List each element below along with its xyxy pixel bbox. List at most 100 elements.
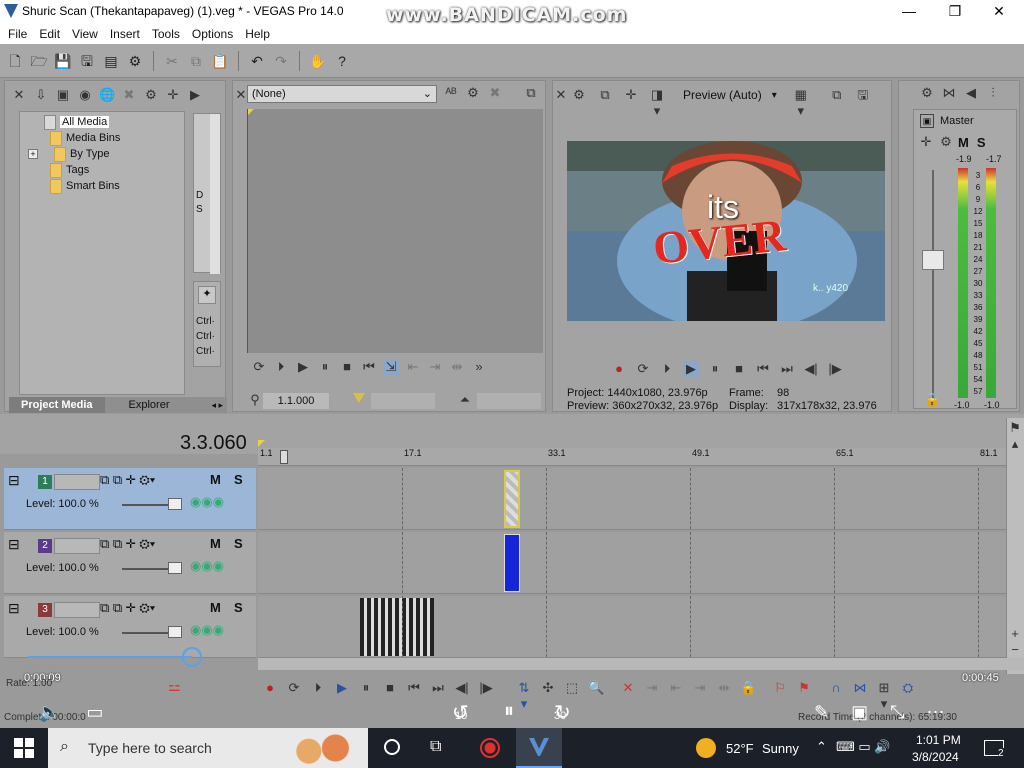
- snapping-icon[interactable]: ∩: [828, 680, 844, 696]
- timeline-ruler[interactable]: 1.1 17.1 33.1 49.1 65.1 81.1: [258, 448, 1006, 466]
- video-track-header-1[interactable]: ⊟ 1 ⧉ ⧉ ✛ ⚙▾ M S Level: 100.0 % ◉◉◉: [4, 468, 256, 530]
- whats-this-help-icon[interactable]: ?: [333, 52, 351, 70]
- tray-overflow-icon[interactable]: ⌃: [816, 739, 827, 755]
- windows-start-icon[interactable]: [14, 738, 34, 758]
- new-project-icon[interactable]: 🗋: [6, 52, 24, 70]
- trim-start-icon[interactable]: ⇤: [668, 680, 684, 696]
- track-lane-1[interactable]: [258, 468, 1006, 530]
- lock-envelopes-icon[interactable]: ⛭: [900, 680, 916, 696]
- composite-mode-icon[interactable]: ◉◉◉: [190, 494, 224, 510]
- menu-file[interactable]: File: [2, 25, 33, 43]
- ripple-edit-icon[interactable]: ⊞ ▾: [876, 680, 892, 711]
- pause-icon[interactable]: ⏸: [358, 680, 374, 696]
- minimize-button[interactable]: —: [886, 0, 932, 24]
- video-track-header-3[interactable]: ⊟ 3 ⧉ ⧉ ✛ ⚙▾ M S Level: 100.0 % ◉◉◉: [4, 596, 256, 658]
- clear-icon[interactable]: ✖: [487, 85, 503, 101]
- pause-icon[interactable]: ⏸: [707, 361, 723, 377]
- save-as-icon[interactable]: 🖫: [78, 52, 96, 70]
- track-motion-icon[interactable]: ⧉ ⧉ ✛ ⚙▾: [100, 536, 155, 552]
- rate-slider-icon[interactable]: ⚍: [168, 678, 181, 695]
- pause-icon[interactable]: ⏸: [317, 359, 333, 375]
- bandicam-icon[interactable]: [480, 738, 500, 758]
- downmix-icon[interactable]: ⋈: [941, 85, 957, 101]
- mute-button[interactable]: M: [210, 600, 221, 615]
- menu-view[interactable]: View: [66, 25, 104, 43]
- zoom-in-icon[interactable]: +: [1007, 626, 1023, 642]
- video-event-clip[interactable]: [504, 470, 520, 528]
- mute-button[interactable]: M: [210, 472, 221, 487]
- split-icon[interactable]: ⇹: [716, 680, 732, 696]
- collapse-icon[interactable]: ⊟: [8, 600, 20, 617]
- trim-icon[interactable]: ⇥: [644, 680, 660, 696]
- collapse-icon[interactable]: ⊟: [8, 472, 20, 489]
- menu-tools[interactable]: Tools: [146, 25, 186, 43]
- overlays-icon[interactable]: ▦ ▾: [793, 87, 809, 118]
- fx-settings-icon[interactable]: ⚙: [938, 134, 954, 150]
- enable-snapping-icon[interactable]: ✋: [309, 52, 327, 70]
- volume-icon[interactable]: 🔈: [38, 702, 60, 723]
- go-to-end-icon[interactable]: ⏭: [779, 361, 795, 377]
- zoom-out-icon[interactable]: −: [1007, 642, 1023, 658]
- go-to-start-icon[interactable]: ⏮: [755, 361, 771, 377]
- subtitles-icon[interactable]: ▭: [86, 702, 103, 723]
- play-icon[interactable]: ▶: [683, 361, 699, 377]
- track-motion-icon[interactable]: ⧉ ⧉ ✛ ⚙▾: [100, 600, 155, 616]
- marker-flag-icon[interactable]: ⚑: [1007, 420, 1023, 436]
- video-event-clip[interactable]: [504, 534, 520, 592]
- go-to-end-icon[interactable]: ⏭: [430, 680, 446, 696]
- track-level-knob[interactable]: [168, 562, 182, 574]
- menu-edit[interactable]: Edit: [33, 25, 66, 43]
- zoom-tool-icon[interactable]: 🔍: [588, 680, 604, 696]
- track-level-knob[interactable]: [168, 498, 182, 510]
- trimmer-in-field[interactable]: [371, 393, 435, 409]
- remove-media-icon[interactable]: ✖: [121, 87, 137, 103]
- vertical-scrollbar[interactable]: ⚑ ▴ + −: [1006, 418, 1024, 674]
- collapse-icon[interactable]: ⊟: [8, 536, 20, 553]
- region-icon[interactable]: ⚑: [796, 680, 812, 696]
- tree-item-by-type[interactable]: + By Type: [28, 146, 184, 162]
- trimmer-display[interactable]: [247, 109, 543, 353]
- go-to-start-icon[interactable]: ⏮: [406, 680, 422, 696]
- copy-snapshot-icon[interactable]: ⧉: [829, 87, 845, 103]
- edit-pencil-icon[interactable]: ✎: [814, 702, 829, 723]
- miniview-icon[interactable]: ▣: [851, 702, 868, 723]
- play-from-start-icon[interactable]: ⏵: [273, 359, 289, 375]
- loop-icon[interactable]: ⟳: [251, 359, 267, 375]
- add-to-timeline-icon[interactable]: ⇲: [383, 359, 399, 375]
- task-switcher-icon[interactable]: ⧉: [430, 738, 441, 756]
- normal-edit-tool-icon[interactable]: ⇅ ▾: [516, 680, 532, 711]
- close-panel-icon[interactable]: ✕: [11, 87, 27, 103]
- delete-icon[interactable]: ✕: [620, 680, 636, 696]
- menu-insert[interactable]: Insert: [104, 25, 146, 43]
- properties-icon[interactable]: ⚙: [126, 52, 144, 70]
- copy-icon[interactable]: ⧉: [187, 52, 205, 70]
- scrollbar[interactable]: [210, 114, 220, 274]
- play-icon[interactable]: ▶: [187, 87, 203, 103]
- auto-crossfade-icon[interactable]: ⋈: [852, 680, 868, 696]
- play-from-start-icon[interactable]: ⏵: [659, 361, 675, 377]
- solo-button[interactable]: S: [234, 600, 243, 615]
- next-frame-icon[interactable]: |▶: [827, 361, 843, 377]
- task-view-icon[interactable]: [384, 739, 400, 755]
- open-folder-icon[interactable]: 🗁: [30, 52, 48, 70]
- add-after-icon[interactable]: ⇥: [427, 359, 443, 375]
- player-seek-knob[interactable]: [182, 647, 202, 667]
- trimmer-media-select[interactable]: (None) ⌄: [247, 85, 437, 103]
- master-mute-button[interactable]: M: [958, 135, 969, 150]
- save-icon[interactable]: 💾: [54, 52, 72, 70]
- cut-icon[interactable]: ✂: [163, 52, 181, 70]
- web-icon[interactable]: 🌐: [99, 87, 115, 103]
- mixer-settings-icon[interactable]: ⚙: [919, 85, 935, 101]
- scroll-up-icon[interactable]: ▴: [1007, 436, 1023, 452]
- track-name-field[interactable]: [54, 602, 100, 618]
- selection-tool-icon[interactable]: ⬚: [564, 680, 580, 696]
- tray-app-icons[interactable]: ⌨ ▭ 🔊: [836, 739, 890, 755]
- previous-frame-icon[interactable]: ◀|: [454, 680, 470, 696]
- stop-icon[interactable]: ■: [731, 361, 747, 377]
- pause-icon[interactable]: ⏸: [504, 700, 514, 723]
- record-icon[interactable]: ●: [262, 680, 278, 696]
- dim-output-icon[interactable]: ◀: [963, 85, 979, 101]
- video-track-header-2[interactable]: ⊟ 2 ⧉ ⧉ ✛ ⚙▾ M S Level: 100.0 % ◉◉◉: [4, 532, 256, 594]
- cursor-handle[interactable]: [280, 450, 288, 464]
- loop-icon[interactable]: ⟳: [635, 361, 651, 377]
